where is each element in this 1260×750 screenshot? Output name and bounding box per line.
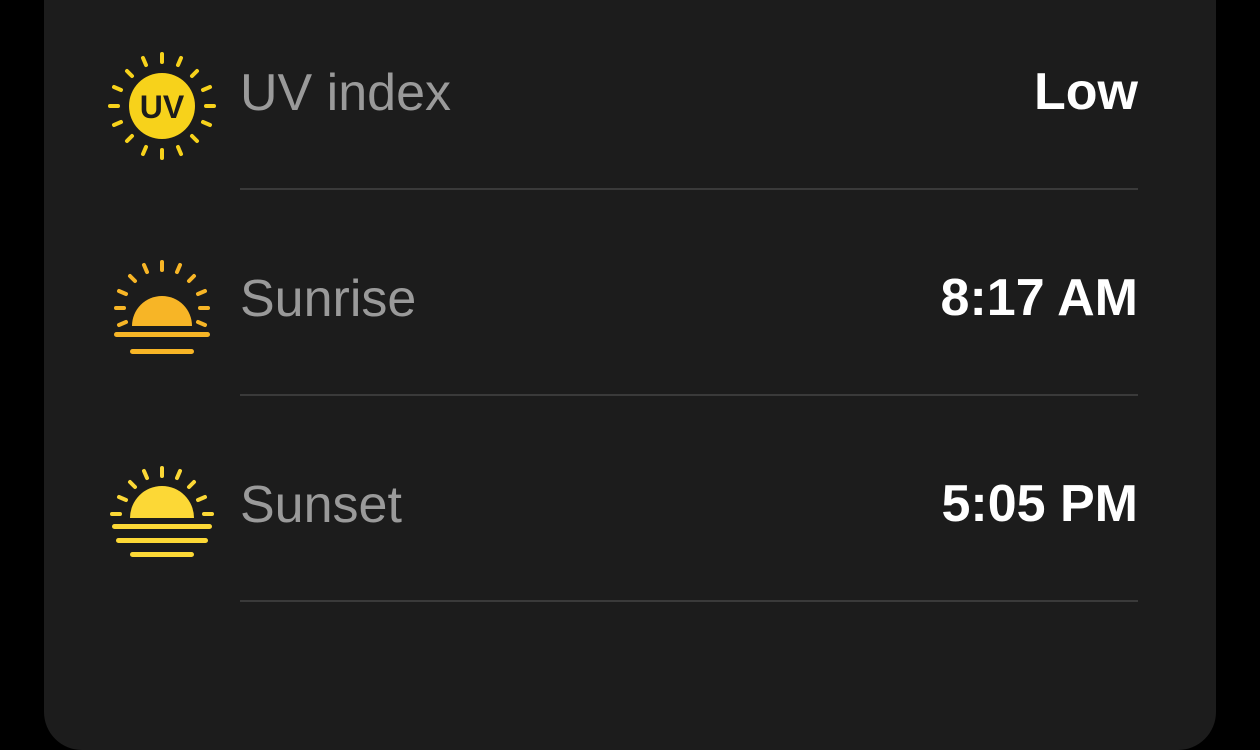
uv-index-row: UV UV index Low [44, 23, 1216, 229]
divider [240, 188, 1138, 190]
sunrise-row: Sunrise 8:17 AM [44, 229, 1216, 435]
weather-details-card: UV UV index Low Sunrise 8:17 AM Sunset 5… [44, 0, 1216, 750]
sunrise-label: Sunrise [240, 270, 417, 328]
sunset-label: Sunset [240, 476, 402, 534]
divider [240, 394, 1138, 396]
uv-index-value: Low [1034, 63, 1138, 121]
uv-badge-text: UV [140, 89, 185, 125]
sunset-value: 5:05 PM [941, 475, 1138, 533]
divider [240, 600, 1138, 602]
uv-index-icon: UV [106, 50, 218, 162]
sunset-row: Sunset 5:05 PM [44, 435, 1216, 641]
sunrise-value: 8:17 AM [940, 269, 1138, 327]
uv-index-label: UV index [240, 64, 451, 122]
sunset-icon [106, 462, 218, 574]
sunrise-icon [106, 256, 218, 368]
